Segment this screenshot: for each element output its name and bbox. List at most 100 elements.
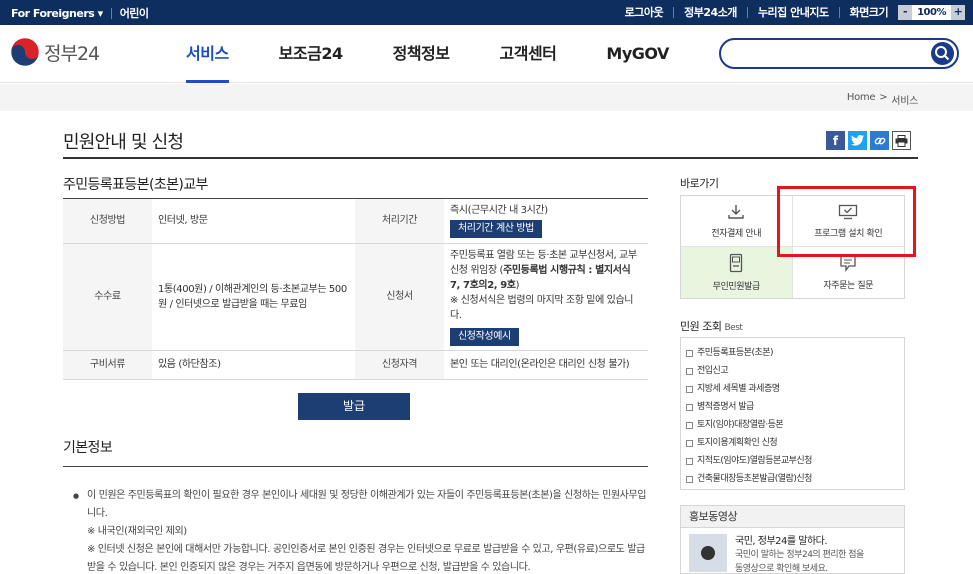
issue-button[interactable]: 발급	[298, 393, 410, 420]
logo-text: 정부24	[44, 42, 100, 65]
zoom-in-button[interactable]: +	[951, 4, 965, 20]
breadcrumb-home[interactable]: Home	[847, 92, 876, 107]
form-value: 주민등록표 열람 또는 등·초본 교부신청서, 교부신청 위임장 (주민등록법 …	[450, 249, 637, 291]
basic-info-title: 기본정보	[63, 440, 113, 456]
basic-info-note: ※ 인터넷 신청은 본인에 대해서만 가능합니다. 공인인증서로 본인 인증된 …	[87, 544, 645, 573]
nav-policy-info[interactable]: 정책정보	[393, 25, 450, 83]
basic-info-line: 이 민원은 주민등록표의 확인이 필요한 경우 본인이나 세대원 및 정당한 이…	[87, 490, 647, 519]
list-bullet-icon	[686, 367, 693, 375]
popular-title: 민원 조회 Best	[680, 320, 743, 333]
list-item[interactable]: 건축물대장등초본발급(열람)신청	[686, 470, 904, 488]
basic-info-note: ※ 내국인(재외국인 제외)	[87, 526, 187, 537]
search-box	[719, 38, 959, 69]
kids-link[interactable]: 어린이	[120, 5, 149, 21]
list-item[interactable]: 지방세 세목별 과세증명	[686, 380, 904, 398]
promo-description: 국민이 말하는 정부24의 편리한 점을 동영상으로 확인해 보세요.	[735, 550, 864, 574]
form-note: ※ 신청서식은 법령의 마지막 조항 밑에 있습니다.	[450, 294, 634, 321]
about-link[interactable]: 정부24소개	[684, 4, 737, 20]
fee-value: 1통(400원) / 이해관계인의 등·초본교부는 500원 / 인터넷으로 발…	[152, 243, 355, 351]
form-example-button[interactable]: 신청작성예시	[450, 327, 519, 346]
popular-list: 주민등록표등본(초본) 전입신고 지방세 세목별 과세증명 병적증명서 발급 토…	[680, 337, 905, 490]
service-name: 주민등록표등본(초본)교부	[63, 177, 208, 193]
top-utility-bar: For Foreigners ▾ 어린이 로그아웃 정부24소개 누리집 안내지…	[0, 0, 973, 25]
form-cell: 주민등록표 열람 또는 등·초본 교부신청서, 교부신청 위임장 (주민등록법 …	[444, 243, 648, 351]
table-row: 구비서류 있음 (하단참조) 신청자격 본인 또는 대리인(온라인은 대리인 신…	[63, 350, 648, 380]
form-label: 신청서	[355, 243, 444, 351]
taegeuk-logo-icon	[10, 37, 40, 67]
divider	[673, 6, 675, 18]
fee-label: 수수료	[63, 243, 152, 351]
play-icon	[701, 546, 715, 560]
logout-link[interactable]: 로그아웃	[625, 4, 664, 20]
list-item[interactable]: 토지이용계획확인 신청	[686, 434, 904, 452]
list-bullet-icon	[686, 385, 693, 393]
bullet-icon: ●	[73, 492, 79, 500]
breadcrumb-band: Home > 서비스	[0, 84, 973, 111]
list-bullet-icon	[686, 349, 693, 357]
zoom-value: 100%	[917, 6, 946, 18]
title-divider	[63, 157, 918, 159]
promo-headline[interactable]: 국민, 정부24를 말하다.	[735, 532, 828, 547]
zoom-out-button[interactable]: -	[898, 4, 913, 20]
list-item[interactable]: 토지(임야)대장열람·등본	[686, 416, 904, 434]
quick-link-payment[interactable]: 전자결제 안내	[681, 196, 793, 247]
period-calc-button[interactable]: 처리기간 계산 방법	[450, 220, 542, 239]
qual-label: 신청자격	[355, 350, 444, 380]
sitemap-link[interactable]: 누리집 안내지도	[758, 4, 829, 20]
table-row: 신청방법 인터넷, 방문 처리기간 즉시(근무시간 내 3시간) 처리기간 계산…	[63, 199, 648, 244]
best-label: Best	[724, 323, 743, 333]
kiosk-icon	[730, 253, 743, 273]
nav-mygov[interactable]: MyGOV	[606, 25, 669, 83]
list-bullet-icon	[686, 403, 693, 411]
list-bullet-icon	[686, 475, 693, 483]
for-foreigners-link[interactable]: For Foreigners ▾	[11, 7, 103, 20]
section-divider	[63, 466, 648, 467]
service-info-table: 신청방법 인터넷, 방문 처리기간 즉시(근무시간 내 3시간) 처리기간 계산…	[63, 199, 648, 380]
period-value: 즉시(근무시간 내 3시간)	[450, 205, 548, 217]
nav-services[interactable]: 서비스	[186, 25, 229, 83]
download-icon	[728, 204, 744, 219]
qual-value: 본인 또는 대리인(온라인은 대리인 신청 불가)	[444, 350, 648, 380]
method-value: 인터넷, 방문	[152, 199, 355, 244]
quick-link-kiosk[interactable]: 무인민원발급	[681, 247, 793, 298]
link-icon[interactable]	[870, 131, 889, 150]
table-row: 수수료 1통(400원) / 이해관계인의 등·초본교부는 500원 / 인터넷…	[63, 243, 648, 351]
share-toolbar: f	[826, 131, 911, 150]
breadcrumb-current[interactable]: 서비스	[891, 92, 918, 107]
main-nav: 서비스 보조금24 정책정보 고객센터 MyGOV	[186, 25, 719, 83]
page-title: 민원안내 및 신청	[63, 132, 184, 153]
list-item[interactable]: 병적증명서 발급	[686, 398, 904, 416]
search-icon	[935, 46, 950, 61]
facebook-icon[interactable]: f	[826, 131, 845, 150]
promo-title: 홍보동영상	[681, 506, 904, 528]
divider	[746, 6, 748, 18]
nav-subsidy24[interactable]: 보조금24	[279, 25, 343, 83]
search-button[interactable]	[931, 42, 954, 65]
divider	[838, 6, 840, 18]
list-bullet-icon	[686, 421, 693, 429]
period-label: 처리기간	[355, 199, 444, 244]
highlight-box	[777, 186, 916, 257]
search-input[interactable]	[733, 40, 933, 67]
docs-label: 구비서류	[63, 350, 152, 380]
screen-size-label: 화면크기	[849, 6, 889, 19]
nav-customer-center[interactable]: 고객센터	[500, 25, 557, 83]
docs-value: 있음 (하단참조)	[152, 350, 355, 380]
breadcrumb: Home > 서비스	[847, 92, 918, 107]
breadcrumb-separator: >	[879, 92, 888, 103]
list-item[interactable]: 전입신고	[686, 362, 904, 380]
divider	[110, 7, 112, 19]
site-header: 정부24 서비스 보조금24 정책정보 고객센터 MyGOV	[0, 25, 973, 83]
list-item[interactable]: 주민등록표등본(초본)	[686, 344, 904, 362]
chevron-down-icon: ▾	[97, 6, 104, 20]
list-item[interactable]: 지적도(임야도)열람등본교부신청	[686, 452, 904, 470]
site-logo[interactable]: 정부24	[10, 37, 100, 67]
list-bullet-icon	[686, 439, 693, 447]
print-icon[interactable]	[892, 131, 911, 150]
twitter-icon[interactable]	[848, 131, 867, 150]
period-cell: 즉시(근무시간 내 3시간) 처리기간 계산 방법	[444, 199, 648, 244]
video-thumbnail[interactable]	[689, 534, 727, 572]
basic-info-content: ● 이 민원은 주민등록표의 확인이 필요한 경우 본인이나 세대원 및 정당한…	[63, 487, 648, 574]
list-bullet-icon	[686, 457, 693, 465]
method-label: 신청방법	[63, 199, 152, 244]
